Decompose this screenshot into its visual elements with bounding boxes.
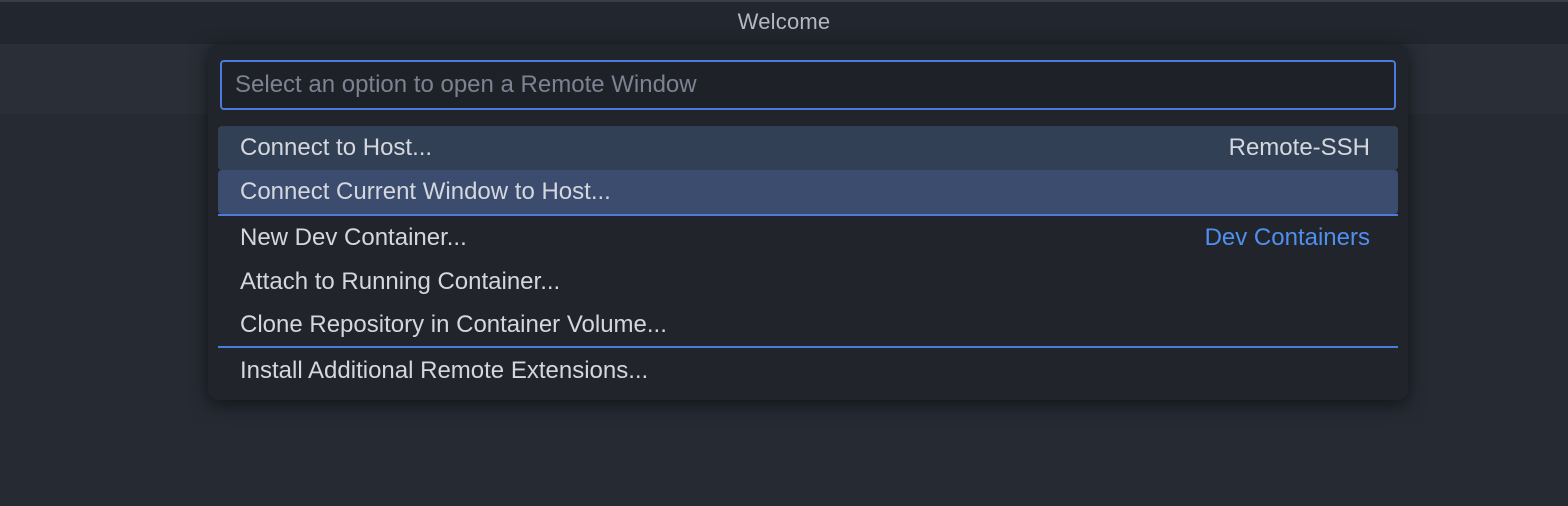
option-label: Attach to Running Container...: [240, 267, 561, 295]
window-title: Welcome: [737, 9, 831, 34]
quick-pick-list: Connect to Host... Remote-SSH Connect Cu…: [218, 126, 1398, 394]
group-label-dev-containers: Dev Containers: [1204, 224, 1370, 251]
remote-window-quick-pick: Connect to Host... Remote-SSH Connect Cu…: [208, 44, 1408, 400]
option-connect-to-host[interactable]: Connect to Host... Remote-SSH: [218, 126, 1398, 170]
option-label: Connect to Host...: [240, 134, 433, 161]
option-label: Install Additional Remote Extensions...: [240, 357, 649, 384]
title-bar: Welcome: [0, 0, 1568, 44]
option-label: Clone Repository in Container Volume...: [240, 310, 667, 338]
option-label: New Dev Container...: [240, 224, 467, 251]
option-label: Connect Current Window to Host...: [240, 178, 611, 205]
app-window: Welcome Connect to Host... Remote-SSH Co…: [0, 0, 1568, 506]
option-install-additional-remote-extensions[interactable]: Install Additional Remote Extensions...: [218, 346, 1398, 394]
option-new-dev-container[interactable]: New Dev Container... Dev Containers: [218, 214, 1398, 260]
quick-pick-input[interactable]: [220, 60, 1396, 110]
option-clone-repository-in-container-volume[interactable]: Clone Repository in Container Volume...: [218, 303, 1398, 346]
option-attach-to-running-container[interactable]: Attach to Running Container...: [218, 260, 1398, 303]
option-connect-current-window-to-host[interactable]: Connect Current Window to Host...: [218, 170, 1398, 214]
group-label-remote-ssh: Remote-SSH: [1228, 134, 1370, 161]
